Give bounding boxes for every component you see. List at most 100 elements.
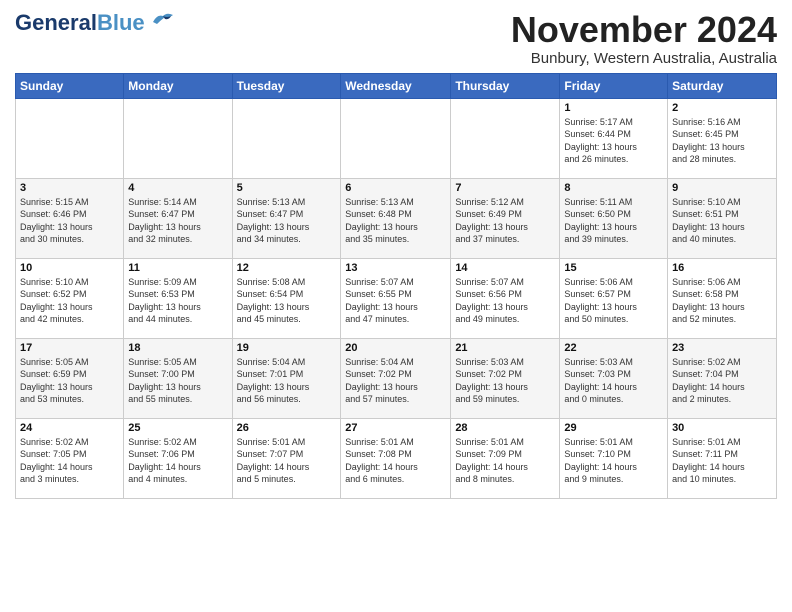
calendar-cell: 9Sunrise: 5:10 AM Sunset: 6:51 PM Daylig… xyxy=(668,178,777,258)
calendar-cell: 8 Sunrise: 5:11 AM Sunset: 6:50 PM Daylig… xyxy=(560,178,668,258)
weekday-header-tuesday: Tuesday xyxy=(232,73,341,98)
day-number: 2 xyxy=(672,102,772,114)
calendar-cell: 11 Sunrise: 5:09 AM Sunset: 6:53 PM Dayli… xyxy=(124,258,232,338)
day-number: 4 xyxy=(128,182,227,194)
day-info: Sunrise: 5:01 AM Sunset: 7:10 PM Dayligh… xyxy=(564,436,663,486)
calendar-cell: 3 Sunrise: 5:15 AM Sunset: 6:46 PM Daylig… xyxy=(16,178,124,258)
calendar-cell: 26Sunrise: 5:01 AM Sunset: 7:07 PM Dayli… xyxy=(232,418,341,498)
calendar-cell: 13Sunrise: 5:07 AM Sunset: 6:55 PM Dayli… xyxy=(341,258,451,338)
calendar-cell: 23 Sunrise: 5:02 AM Sunset: 7:04 PM Dayli… xyxy=(668,338,777,418)
calendar-cell: 27Sunrise: 5:01 AM Sunset: 7:08 PM Dayli… xyxy=(341,418,451,498)
calendar-cell: 17 Sunrise: 5:05 AM Sunset: 6:59 PM Dayli… xyxy=(16,338,124,418)
page: GeneralBlue November 2024 Bunbury, Weste… xyxy=(0,0,792,612)
header-area: GeneralBlue November 2024 Bunbury, Weste… xyxy=(15,10,777,67)
day-info: Sunrise: 5:05 AM Sunset: 7:00 PM Dayligh… xyxy=(128,356,227,406)
title-area: November 2024 Bunbury, Western Australia… xyxy=(511,10,777,67)
day-info: Sunrise: 5:02 AM Sunset: 7:05 PM Dayligh… xyxy=(20,436,119,486)
month-year-title: November 2024 xyxy=(511,10,777,50)
calendar-cell xyxy=(124,98,232,178)
day-info: Sunrise: 5:06 AM Sunset: 6:57 PM Dayligh… xyxy=(564,276,663,326)
weekday-header-monday: Monday xyxy=(124,73,232,98)
calendar-cell: 21Sunrise: 5:03 AM Sunset: 7:02 PM Dayli… xyxy=(451,338,560,418)
day-number: 7 xyxy=(455,182,555,194)
weekday-header-thursday: Thursday xyxy=(451,73,560,98)
calendar-week-row: 10Sunrise: 5:10 AM Sunset: 6:52 PM Dayli… xyxy=(16,258,777,338)
day-info: Sunrise: 5:14 AM Sunset: 6:47 PM Dayligh… xyxy=(128,196,227,246)
day-number: 19 xyxy=(237,342,337,354)
day-info: Sunrise: 5:03 AM Sunset: 7:03 PM Dayligh… xyxy=(564,356,663,406)
day-info: Sunrise: 5:17 AM Sunset: 6:44 PM Dayligh… xyxy=(564,116,663,166)
weekday-header-wednesday: Wednesday xyxy=(341,73,451,98)
calendar-header-row: SundayMondayTuesdayWednesdayThursdayFrid… xyxy=(16,73,777,98)
calendar-cell: 25 Sunrise: 5:02 AM Sunset: 7:06 PM Dayli… xyxy=(124,418,232,498)
location-subtitle: Bunbury, Western Australia, Australia xyxy=(511,50,777,67)
day-number: 3 xyxy=(20,182,119,194)
day-info: Sunrise: 5:02 AM Sunset: 7:04 PM Dayligh… xyxy=(672,356,772,406)
day-info: Sunrise: 5:05 AM Sunset: 6:59 PM Dayligh… xyxy=(20,356,119,406)
day-number: 5 xyxy=(237,182,337,194)
day-info: Sunrise: 5:01 AM Sunset: 7:07 PM Dayligh… xyxy=(237,436,337,486)
calendar-cell: 20 Sunrise: 5:04 AM Sunset: 7:02 PM Dayli… xyxy=(341,338,451,418)
day-number: 24 xyxy=(20,422,119,434)
day-info: Sunrise: 5:10 AM Sunset: 6:52 PM Dayligh… xyxy=(20,276,119,326)
day-info: Sunrise: 5:09 AM Sunset: 6:53 PM Dayligh… xyxy=(128,276,227,326)
day-info: Sunrise: 5:01 AM Sunset: 7:11 PM Dayligh… xyxy=(672,436,772,486)
day-number: 16 xyxy=(672,262,772,274)
day-info: Sunrise: 5:02 AM Sunset: 7:06 PM Dayligh… xyxy=(128,436,227,486)
calendar-cell xyxy=(451,98,560,178)
day-number: 23 xyxy=(672,342,772,354)
logo-bird-icon xyxy=(149,10,177,32)
calendar-cell: 12Sunrise: 5:08 AM Sunset: 6:54 PM Dayli… xyxy=(232,258,341,338)
day-info: Sunrise: 5:07 AM Sunset: 6:56 PM Dayligh… xyxy=(455,276,555,326)
day-number: 11 xyxy=(128,262,227,274)
day-info: Sunrise: 5:04 AM Sunset: 7:01 PM Dayligh… xyxy=(237,356,337,406)
day-number: 8 xyxy=(564,182,663,194)
day-number: 6 xyxy=(345,182,446,194)
day-info: Sunrise: 5:13 AM Sunset: 6:47 PM Dayligh… xyxy=(237,196,337,246)
day-number: 25 xyxy=(128,422,227,434)
day-number: 29 xyxy=(564,422,663,434)
day-number: 22 xyxy=(564,342,663,354)
day-info: Sunrise: 5:10 AM Sunset: 6:51 PM Dayligh… xyxy=(672,196,772,246)
calendar-week-row: 1 Sunrise: 5:17 AM Sunset: 6:44 PM Daylig… xyxy=(16,98,777,178)
weekday-header-sunday: Sunday xyxy=(16,73,124,98)
calendar-week-row: 24 Sunrise: 5:02 AM Sunset: 7:05 PM Dayli… xyxy=(16,418,777,498)
day-number: 17 xyxy=(20,342,119,354)
day-number: 1 xyxy=(564,102,663,114)
day-info: Sunrise: 5:06 AM Sunset: 6:58 PM Dayligh… xyxy=(672,276,772,326)
day-number: 18 xyxy=(128,342,227,354)
logo: GeneralBlue xyxy=(15,10,177,36)
day-number: 14 xyxy=(455,262,555,274)
day-info: Sunrise: 5:15 AM Sunset: 6:46 PM Dayligh… xyxy=(20,196,119,246)
calendar-cell: 6 Sunrise: 5:13 AM Sunset: 6:48 PM Daylig… xyxy=(341,178,451,258)
day-info: Sunrise: 5:13 AM Sunset: 6:48 PM Dayligh… xyxy=(345,196,446,246)
day-info: Sunrise: 5:11 AM Sunset: 6:50 PM Dayligh… xyxy=(564,196,663,246)
day-info: Sunrise: 5:01 AM Sunset: 7:09 PM Dayligh… xyxy=(455,436,555,486)
weekday-header-saturday: Saturday xyxy=(668,73,777,98)
calendar-cell xyxy=(341,98,451,178)
calendar-cell: 10Sunrise: 5:10 AM Sunset: 6:52 PM Dayli… xyxy=(16,258,124,338)
day-info: Sunrise: 5:01 AM Sunset: 7:08 PM Dayligh… xyxy=(345,436,446,486)
calendar-week-row: 3 Sunrise: 5:15 AM Sunset: 6:46 PM Daylig… xyxy=(16,178,777,258)
day-info: Sunrise: 5:04 AM Sunset: 7:02 PM Dayligh… xyxy=(345,356,446,406)
calendar-cell: 14 Sunrise: 5:07 AM Sunset: 6:56 PM Dayli… xyxy=(451,258,560,338)
calendar-cell: 4 Sunrise: 5:14 AM Sunset: 6:47 PM Daylig… xyxy=(124,178,232,258)
calendar-week-row: 17 Sunrise: 5:05 AM Sunset: 6:59 PM Dayli… xyxy=(16,338,777,418)
day-info: Sunrise: 5:16 AM Sunset: 6:45 PM Dayligh… xyxy=(672,116,772,166)
calendar-cell: 30 Sunrise: 5:01 AM Sunset: 7:11 PM Dayli… xyxy=(668,418,777,498)
calendar-cell: 24 Sunrise: 5:02 AM Sunset: 7:05 PM Dayli… xyxy=(16,418,124,498)
calendar-cell xyxy=(232,98,341,178)
calendar-cell: 18 Sunrise: 5:05 AM Sunset: 7:00 PM Dayli… xyxy=(124,338,232,418)
calendar-cell: 19 Sunrise: 5:04 AM Sunset: 7:01 PM Dayli… xyxy=(232,338,341,418)
calendar-cell: 15 Sunrise: 5:06 AM Sunset: 6:57 PM Dayli… xyxy=(560,258,668,338)
day-number: 20 xyxy=(345,342,446,354)
calendar-cell: 2 Sunrise: 5:16 AM Sunset: 6:45 PM Daylig… xyxy=(668,98,777,178)
calendar-cell: 22 Sunrise: 5:03 AM Sunset: 7:03 PM Dayli… xyxy=(560,338,668,418)
calendar-table: SundayMondayTuesdayWednesdayThursdayFrid… xyxy=(15,73,777,499)
day-info: Sunrise: 5:12 AM Sunset: 6:49 PM Dayligh… xyxy=(455,196,555,246)
day-number: 30 xyxy=(672,422,772,434)
calendar-cell xyxy=(16,98,124,178)
calendar-cell: 1 Sunrise: 5:17 AM Sunset: 6:44 PM Daylig… xyxy=(560,98,668,178)
day-number: 28 xyxy=(455,422,555,434)
day-number: 15 xyxy=(564,262,663,274)
